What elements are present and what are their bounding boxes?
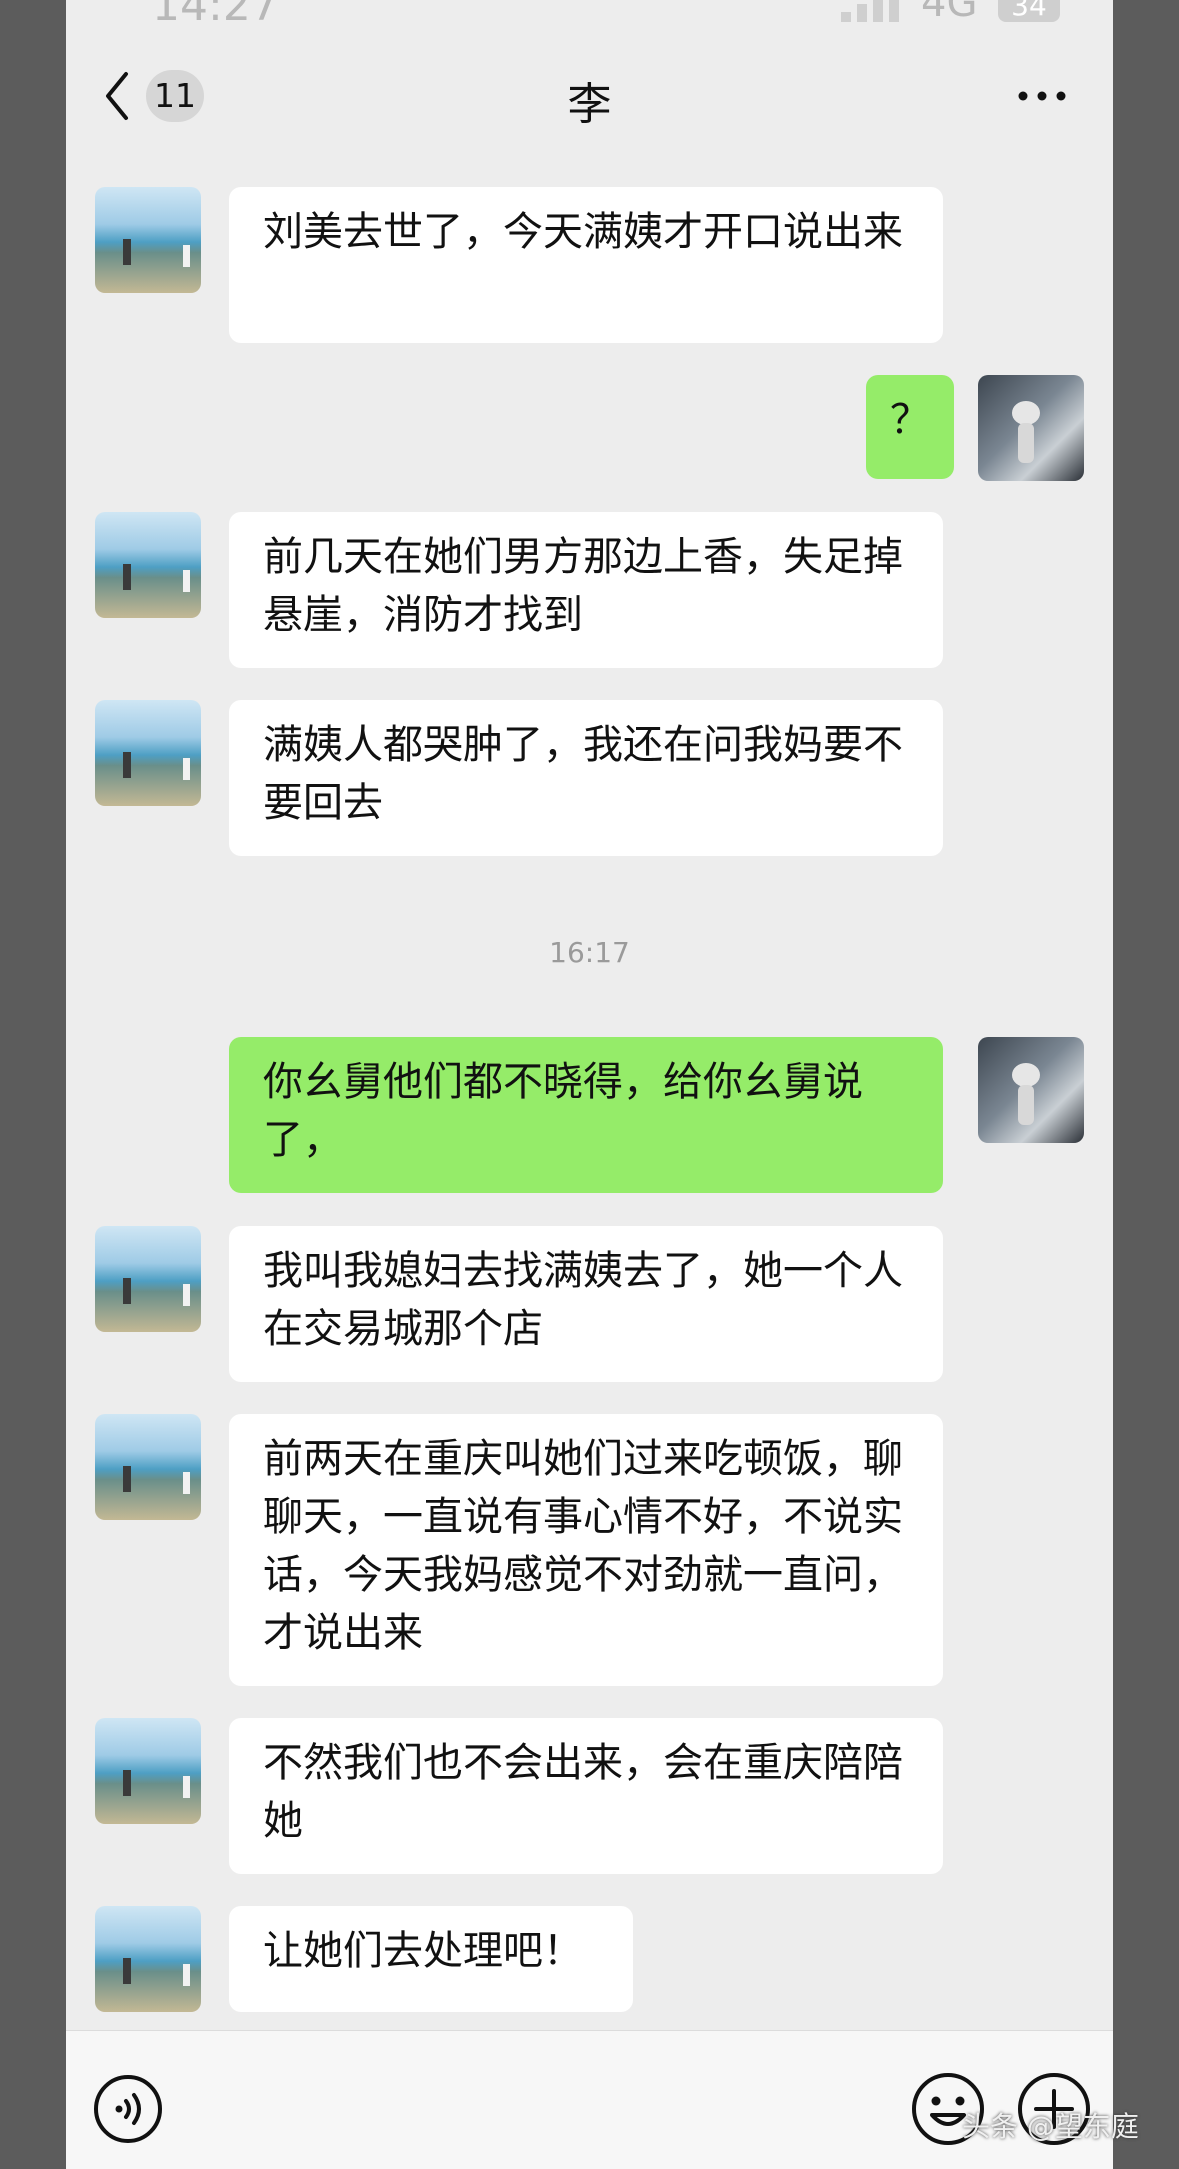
robot-figure-icon	[1012, 1063, 1040, 1125]
contact-avatar[interactable]	[95, 1718, 201, 1824]
beach-figures-icon	[123, 752, 190, 780]
signal-icon	[841, 0, 899, 22]
contact-avatar[interactable]	[95, 700, 201, 806]
message-bubble-incoming[interactable]: 我叫我媳妇去找满姨去了，她一个人在交易城那个店	[229, 1226, 943, 1382]
watermark: 头条 @望东庭	[962, 2110, 1139, 2143]
message-bubble-outgoing[interactable]: ？	[866, 375, 954, 479]
network-type: 4G	[921, 0, 978, 26]
beach-figures-icon	[123, 1958, 190, 1986]
message-bubble-outgoing[interactable]: 你幺舅他们都不晓得，给你幺舅说了，	[229, 1037, 943, 1193]
chat-header: 11 李	[66, 40, 1113, 150]
message-bubble-incoming[interactable]: 让她们去处理吧！	[229, 1906, 633, 2012]
contact-avatar[interactable]	[95, 1226, 201, 1332]
chat-title: 李	[567, 79, 612, 130]
message-bubble-incoming[interactable]: 不然我们也不会出来，会在重庆陪陪她	[229, 1718, 943, 1874]
beach-figures-icon	[123, 564, 190, 592]
my-avatar[interactable]	[978, 375, 1084, 481]
input-bar	[66, 2030, 1113, 2169]
more-icon[interactable]	[1017, 88, 1067, 104]
message-bubble-incoming[interactable]: 满姨人都哭肿了，我还在问我妈要不要回去	[229, 700, 943, 856]
status-time: 14:27	[152, 0, 279, 31]
chat-screen: 14:27 4G 34 11 李 刘美去世了，今天满姨才开口说出来 ？ 前几天在…	[66, 0, 1113, 2169]
contact-avatar[interactable]	[95, 1906, 201, 2012]
my-avatar[interactable]	[978, 1037, 1084, 1143]
contact-avatar[interactable]	[95, 187, 201, 293]
beach-figures-icon	[123, 239, 190, 267]
message-bubble-incoming[interactable]: 前几天在她们男方那边上香，失足掉悬崖，消防才找到	[229, 512, 943, 668]
time-separator: 16:17	[549, 936, 630, 969]
beach-figures-icon	[123, 1770, 190, 1798]
contact-avatar[interactable]	[95, 1414, 201, 1520]
battery-indicator: 34	[998, 0, 1060, 22]
beach-figures-icon	[123, 1466, 190, 1494]
robot-figure-icon	[1012, 401, 1040, 463]
message-bubble-incoming[interactable]: 刘美去世了，今天满姨才开口说出来	[229, 187, 943, 343]
status-bar: 14:27 4G 34	[66, 0, 1113, 40]
voice-icon[interactable]	[92, 2073, 164, 2145]
contact-avatar[interactable]	[95, 512, 201, 618]
message-bubble-incoming[interactable]: 前两天在重庆叫她们过来吃顿饭，聊聊天，一直说有事心情不好，不说实话，今天我妈感觉…	[229, 1414, 943, 1686]
beach-figures-icon	[123, 1278, 190, 1306]
